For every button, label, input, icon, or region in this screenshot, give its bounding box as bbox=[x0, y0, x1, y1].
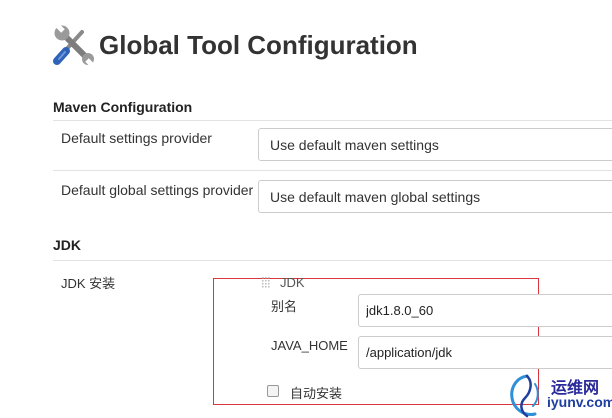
auto-install-checkbox[interactable] bbox=[267, 385, 279, 397]
wrench-screwdriver-icon bbox=[53, 24, 94, 67]
jdk-section-title: JDK bbox=[53, 237, 82, 253]
watermark-domain: iyunv.com bbox=[547, 394, 612, 410]
global-settings-provider-select[interactable]: Use default maven global settings bbox=[258, 180, 612, 213]
page-title: Global Tool Configuration bbox=[99, 30, 418, 60]
java-home-input[interactable] bbox=[358, 336, 612, 369]
global-settings-provider-label: Default global settings provider bbox=[61, 182, 254, 198]
row-divider bbox=[53, 170, 612, 171]
settings-provider-label: Default settings provider bbox=[61, 130, 212, 146]
jdk-install-label: JDK 安装 bbox=[61, 276, 116, 291]
java-home-label: JAVA_HOME bbox=[271, 338, 348, 353]
watermark-logo-icon bbox=[510, 374, 539, 418]
drag-handle-icon[interactable] bbox=[262, 277, 271, 289]
jdk-block-header: JDK bbox=[280, 275, 305, 290]
maven-section-title: Maven Configuration bbox=[53, 99, 193, 115]
alias-input[interactable] bbox=[358, 294, 612, 327]
page-header: Global Tool Configuration bbox=[52, 24, 612, 68]
settings-provider-select[interactable]: Use default maven settings bbox=[258, 128, 612, 161]
watermark: 运维网 iyunv.com bbox=[505, 372, 612, 418]
auto-install-label: 自动安装 bbox=[290, 386, 343, 401]
alias-label: 别名 bbox=[271, 299, 298, 314]
section-divider bbox=[53, 260, 612, 261]
section-divider bbox=[53, 120, 612, 121]
